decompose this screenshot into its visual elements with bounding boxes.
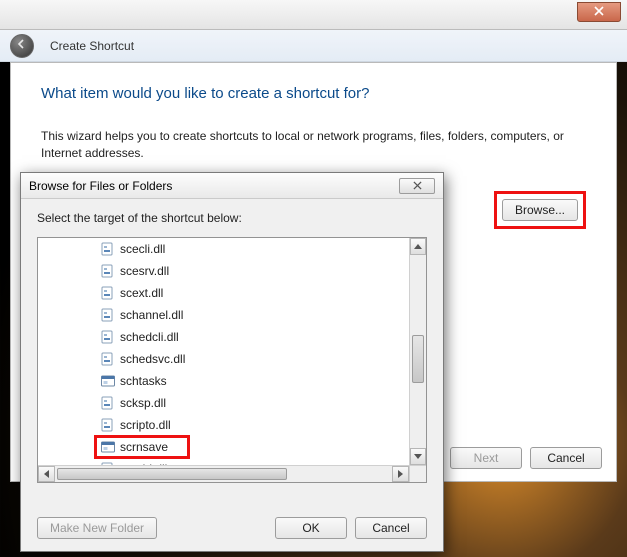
file-tree-viewport: scecli.dll scesrv.dll scext.dll schannel.dl… [38, 238, 409, 465]
close-icon [594, 5, 604, 19]
triangle-left-icon [44, 470, 49, 478]
vertical-scrollbar[interactable] [409, 238, 426, 465]
triangle-down-icon [414, 454, 422, 459]
file-tree-item[interactable]: scksp.dll [38, 392, 409, 414]
cancel-button[interactable]: Cancel [530, 447, 602, 469]
scroll-right-button[interactable] [392, 466, 409, 482]
arrow-left-icon [16, 38, 28, 53]
file-tree-item[interactable]: schtasks [38, 370, 409, 392]
scroll-up-button[interactable] [410, 238, 426, 255]
browse-button[interactable]: Browse... [502, 199, 578, 221]
file-tree-item-label: scripto.dll [120, 418, 171, 432]
file-tree-item-label: schannel.dll [120, 308, 183, 322]
next-button[interactable]: Next [450, 447, 522, 469]
scroll-corner [409, 465, 426, 482]
application-icon [100, 439, 116, 455]
scroll-down-button[interactable] [410, 448, 426, 465]
file-tree-item[interactable]: scripto.dll [38, 414, 409, 436]
dll-file-icon [100, 241, 116, 257]
dll-file-icon [100, 263, 116, 279]
browse-dialog: Browse for Files or Folders Select the t… [20, 172, 444, 552]
file-tree-item[interactable]: scrobj.dll [38, 458, 409, 465]
dll-file-icon [100, 395, 116, 411]
file-tree-item-label: scext.dll [120, 286, 163, 300]
file-tree-item[interactable]: scext.dll [38, 282, 409, 304]
triangle-up-icon [414, 244, 422, 249]
file-tree: scecli.dll scesrv.dll scext.dll schannel.dl… [37, 237, 427, 483]
file-tree-item-label: scesrv.dll [120, 264, 169, 278]
application-icon [100, 373, 116, 389]
browse-cancel-button[interactable]: Cancel [355, 517, 427, 539]
file-tree-item-label: scrnsave [120, 440, 168, 454]
make-new-folder-button[interactable]: Make New Folder [37, 517, 157, 539]
wizard-question: What item would you like to create a sho… [41, 85, 586, 102]
dll-file-icon [100, 329, 116, 345]
file-tree-item[interactable]: scesrv.dll [38, 260, 409, 282]
wizard-title: Create Shortcut [50, 39, 134, 53]
horizontal-scroll-thumb[interactable] [57, 468, 287, 480]
ok-button[interactable]: OK [275, 517, 347, 539]
file-tree-item-label: schedsvc.dll [120, 352, 185, 366]
file-tree-item[interactable]: scrnsave [38, 436, 409, 458]
dll-file-icon [100, 307, 116, 323]
file-tree-item[interactable]: schedcli.dll [38, 326, 409, 348]
triangle-right-icon [398, 470, 403, 478]
horizontal-scrollbar[interactable] [38, 465, 409, 482]
browse-dialog-instruction: Select the target of the shortcut below: [21, 199, 443, 233]
browse-dialog-close-button[interactable] [399, 178, 435, 194]
wizard-description: This wizard helps you to create shortcut… [41, 128, 586, 163]
vertical-scroll-thumb[interactable] [412, 335, 424, 383]
browse-dialog-title: Browse for Files or Folders [29, 179, 172, 193]
wizard-header: Create Shortcut [0, 30, 627, 62]
scroll-left-button[interactable] [38, 466, 55, 482]
highlight-box: Browse... [494, 191, 586, 229]
dll-file-icon [100, 351, 116, 367]
close-icon [413, 179, 422, 193]
browse-dialog-titlebar: Browse for Files or Folders [21, 173, 443, 199]
vertical-scroll-track[interactable] [410, 255, 426, 448]
window-close-button[interactable] [577, 2, 621, 22]
window-titlebar [0, 0, 627, 30]
file-tree-item[interactable]: scecli.dll [38, 238, 409, 260]
file-tree-item-label: schedcli.dll [120, 330, 179, 344]
horizontal-scroll-track[interactable] [55, 466, 392, 482]
dll-file-icon [100, 417, 116, 433]
dll-file-icon [100, 285, 116, 301]
file-tree-item-label: schtasks [120, 374, 167, 388]
back-button[interactable] [10, 34, 34, 58]
file-tree-item-label: scksp.dll [120, 396, 166, 410]
file-tree-item-label: scecli.dll [120, 242, 165, 256]
file-tree-item[interactable]: schannel.dll [38, 304, 409, 326]
file-tree-item[interactable]: schedsvc.dll [38, 348, 409, 370]
